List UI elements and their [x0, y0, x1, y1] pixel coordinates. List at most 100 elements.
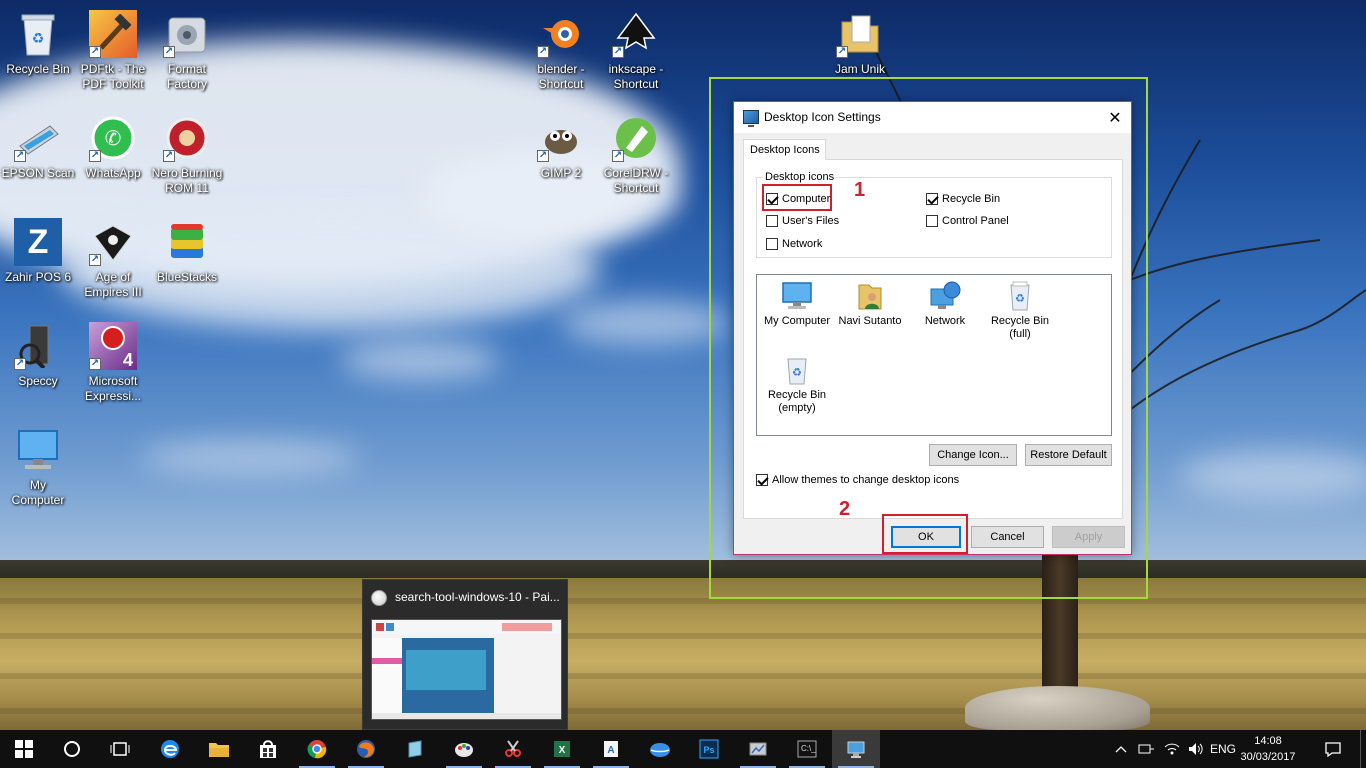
- photoshop-icon: Ps: [699, 739, 719, 759]
- taskbar-edge[interactable]: [146, 730, 194, 768]
- taskbar-excel[interactable]: X: [538, 730, 586, 768]
- clock-date: 30/03/2017: [1240, 751, 1296, 763]
- desktop-icon-nero[interactable]: ↗ Nero Burning ROM 11: [149, 114, 225, 196]
- app-icon: [408, 740, 422, 758]
- desktop-icon-settings-dialog: Desktop Icon Settings ✕ Desktop Icons De…: [733, 101, 1132, 555]
- list-item-label: Navi Sutanto: [838, 315, 902, 327]
- apply-button[interactable]: Apply: [1052, 526, 1125, 548]
- svg-text:A: A: [607, 745, 614, 756]
- cortana-button[interactable]: [48, 730, 96, 768]
- shortcut-arrow-icon: ↗: [537, 46, 549, 58]
- checkbox-allow-themes[interactable]: Allow themes to change desktop icons: [756, 474, 959, 486]
- app2-icon: A: [604, 741, 618, 757]
- step-number: 1: [854, 179, 866, 201]
- desktop-icon-epson-scan[interactable]: ↗ EPSON Scan: [0, 114, 76, 181]
- nero-icon: ↗: [163, 114, 211, 162]
- checkbox-box[interactable]: [926, 193, 938, 205]
- list-item-recycle-bin-empty[interactable]: ♻ Recycle Bin (empty): [758, 355, 836, 415]
- list-item-network[interactable]: Network: [906, 281, 984, 328]
- desktop-icons-list[interactable]: My Computer Navi Sutanto Network ♻ Recyc…: [756, 274, 1112, 436]
- desktop-icon-jam-unik[interactable]: ↗ Jam Unik: [822, 10, 898, 77]
- task-view-button[interactable]: [96, 730, 144, 768]
- user-folder-icon: [853, 281, 887, 311]
- field: [0, 578, 1366, 730]
- ok-button[interactable]: OK: [891, 526, 961, 548]
- shortcut-arrow-icon: ↗: [89, 358, 101, 370]
- desktop-icon-zahir[interactable]: Z Zahir POS 6: [0, 218, 76, 285]
- taskbar-display-settings[interactable]: [832, 730, 880, 768]
- close-icon[interactable]: ✕: [1099, 102, 1131, 133]
- taskbar-app2[interactable]: A: [587, 730, 635, 768]
- tray-volume[interactable]: [1184, 730, 1208, 768]
- checkbox-users-files[interactable]: User's Files: [766, 215, 839, 227]
- show-desktop-button[interactable]: [1360, 730, 1366, 768]
- recycle-bin-icon: ♻: [14, 10, 62, 58]
- list-item-label: Recycle Bin (full): [990, 315, 1050, 340]
- checkbox-box[interactable]: [926, 215, 938, 227]
- checkbox-label: Recycle Bin: [942, 193, 1001, 205]
- desktop-icon-microsoft-expression[interactable]: 4 ↗ Microsoft Expressi...: [75, 322, 151, 404]
- taskbar-onedrive[interactable]: [636, 730, 684, 768]
- desktop-icon-pdftk[interactable]: ↗ PDFtk - The PDF Toolkit: [75, 10, 151, 92]
- taskbar-chrome[interactable]: [293, 730, 341, 768]
- tray-power[interactable]: [1134, 730, 1158, 768]
- desktop-icon-speccy[interactable]: ↗ Speccy: [0, 322, 76, 389]
- checkbox-network[interactable]: Network: [766, 238, 822, 250]
- checkbox-recycle-bin[interactable]: Recycle Bin: [926, 193, 1000, 205]
- list-item-navi-sutanto[interactable]: Navi Sutanto: [831, 281, 909, 328]
- desktop-icon-my-computer[interactable]: My Computer: [0, 426, 76, 508]
- list-item-recycle-bin-full[interactable]: ♻ Recycle Bin (full): [981, 281, 1059, 341]
- tray-network[interactable]: [1160, 730, 1184, 768]
- svg-text:♻: ♻: [1015, 293, 1025, 305]
- taskbar-paint[interactable]: [440, 730, 488, 768]
- taskbar-firefox[interactable]: [342, 730, 390, 768]
- desktop-icon-label: EPSON Scan: [1, 166, 75, 180]
- list-item-label: My Computer: [763, 315, 831, 327]
- taskbar-store[interactable]: [244, 730, 292, 768]
- desktop-icon-label: Speccy: [18, 374, 58, 388]
- desktop-icon-coreldraw[interactable]: ↗ CorelDRW - Shortcut: [598, 114, 674, 196]
- restore-default-button[interactable]: Restore Default: [1025, 444, 1112, 466]
- paint-window-thumbnail: [372, 620, 561, 719]
- desktop-icon-gimp[interactable]: ↗ GIMP 2: [523, 114, 599, 181]
- shortcut-arrow-icon: ↗: [89, 254, 101, 266]
- input-language[interactable]: ENG: [1208, 730, 1238, 768]
- action-center-button[interactable]: [1318, 730, 1348, 768]
- desktop-icon-format-factory[interactable]: ↗ Format Factory: [149, 10, 225, 92]
- taskbar-app[interactable]: [391, 730, 439, 768]
- file-explorer-icon: [209, 743, 229, 757]
- tab-desktop-icons[interactable]: Desktop Icons: [743, 139, 826, 160]
- cancel-button[interactable]: Cancel: [971, 526, 1044, 548]
- taskbar-clock[interactable]: 14:08 30/03/2017: [1238, 733, 1298, 765]
- display-settings-icon: [847, 741, 865, 758]
- taskbar-app3[interactable]: [734, 730, 782, 768]
- desktop-icon-inkscape[interactable]: ↗ inkscape - Shortcut: [598, 10, 674, 92]
- checkbox-box[interactable]: [756, 474, 768, 486]
- list-item-my-computer[interactable]: My Computer: [758, 281, 836, 328]
- change-icon-button[interactable]: Change Icon...: [929, 444, 1017, 466]
- start-button[interactable]: [0, 730, 48, 768]
- taskbar-snipping-tool[interactable]: [489, 730, 537, 768]
- cmd-icon: C:\_: [797, 740, 817, 758]
- checkbox-box[interactable]: [766, 238, 778, 250]
- dialog-titlebar[interactable]: Desktop Icon Settings ✕: [734, 102, 1131, 133]
- desktop-icon-blender[interactable]: ↗ blender - Shortcut: [523, 10, 599, 92]
- taskbar-photoshop[interactable]: Ps: [685, 730, 733, 768]
- taskbar-cmd[interactable]: C:\_: [783, 730, 831, 768]
- cortana-icon: [64, 741, 80, 757]
- desktop-icon-label: PDFtk - The PDF Toolkit: [80, 62, 146, 91]
- show-hidden-icons-button[interactable]: [1110, 730, 1132, 768]
- preview-title: search-tool-windows-10 - Pai...: [395, 590, 560, 604]
- desktop-icon-label: inkscape - Shortcut: [608, 62, 664, 91]
- taskbar-thumbnail-preview[interactable]: search-tool-windows-10 - Pai...: [362, 579, 568, 730]
- desktop-icon-bluestacks[interactable]: BlueStacks: [149, 218, 225, 285]
- checkbox-control-panel[interactable]: Control Panel: [926, 215, 1009, 227]
- checkbox-box[interactable]: [766, 215, 778, 227]
- desktop-icon-recycle-bin[interactable]: ♻ Recycle Bin: [0, 10, 76, 77]
- desktop-icon-age-of-empires[interactable]: ↗ Age of Empires III: [75, 218, 151, 300]
- desktop-icon-whatsapp[interactable]: ✆ ↗ WhatsApp: [75, 114, 151, 181]
- shortcut-arrow-icon: ↗: [89, 46, 101, 58]
- group-label: Desktop icons: [763, 171, 837, 183]
- taskbar-file-explorer[interactable]: [195, 730, 243, 768]
- desktop-icon-label: blender - Shortcut: [537, 62, 585, 91]
